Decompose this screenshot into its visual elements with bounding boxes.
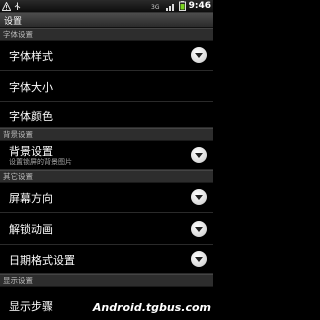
dropdown-arrow-icon[interactable] [191,221,207,237]
setting-label: 字体大小 [9,81,53,94]
dropdown-arrow-icon[interactable] [191,189,207,205]
setting-label: 字体样式 [9,50,53,63]
setting-date-format[interactable]: 日期格式设置 [0,245,213,274]
section-header-label: 显示设置 [3,276,33,285]
warning-icon [2,1,11,11]
signal-3g-icon: 3G [151,4,160,11]
status-bar: 3G 9:46 [0,0,213,13]
setting-screen-orientation[interactable]: 屏幕方向 [0,182,213,213]
setting-label: 屏幕方向 [9,192,53,205]
setting-label: 字体颜色 [9,110,53,123]
page-title: 设置 [4,17,23,27]
watermark: Android.tgbus.com [92,301,211,314]
setting-unlock-animation[interactable]: 解锁动画 [0,213,213,245]
setting-label: 日期格式设置 [9,254,75,267]
setting-font-color[interactable]: 字体颜色 [0,102,213,128]
title-bar: 设置 [0,13,213,28]
section-header-label: 字体设置 [3,30,33,39]
dropdown-arrow-icon[interactable] [191,147,207,163]
setting-label: 显示步骤 [9,300,53,313]
status-left-icons [2,0,22,12]
setting-label: 解锁动画 [9,223,53,236]
setting-font-size[interactable]: 字体大小 [0,71,213,102]
status-clock: 9:46 [188,1,211,11]
section-header-label: 背景设置 [3,130,33,139]
dropdown-arrow-icon[interactable] [191,47,207,63]
dropdown-arrow-icon[interactable] [191,251,207,267]
usb-icon [14,2,21,10]
status-right-icons: 3G 9:46 [151,0,211,12]
svg-text:3G: 3G [151,4,160,11]
setting-summary: 设置锁屏的背景图片 [9,158,72,166]
battery-icon [178,1,186,11]
setting-background[interactable]: 背景设置 设置锁屏的背景图片 [0,140,213,170]
signal-bars-icon [165,3,174,11]
setting-font-style[interactable]: 字体样式 [0,40,213,71]
section-header-label: 其它设置 [3,172,33,181]
